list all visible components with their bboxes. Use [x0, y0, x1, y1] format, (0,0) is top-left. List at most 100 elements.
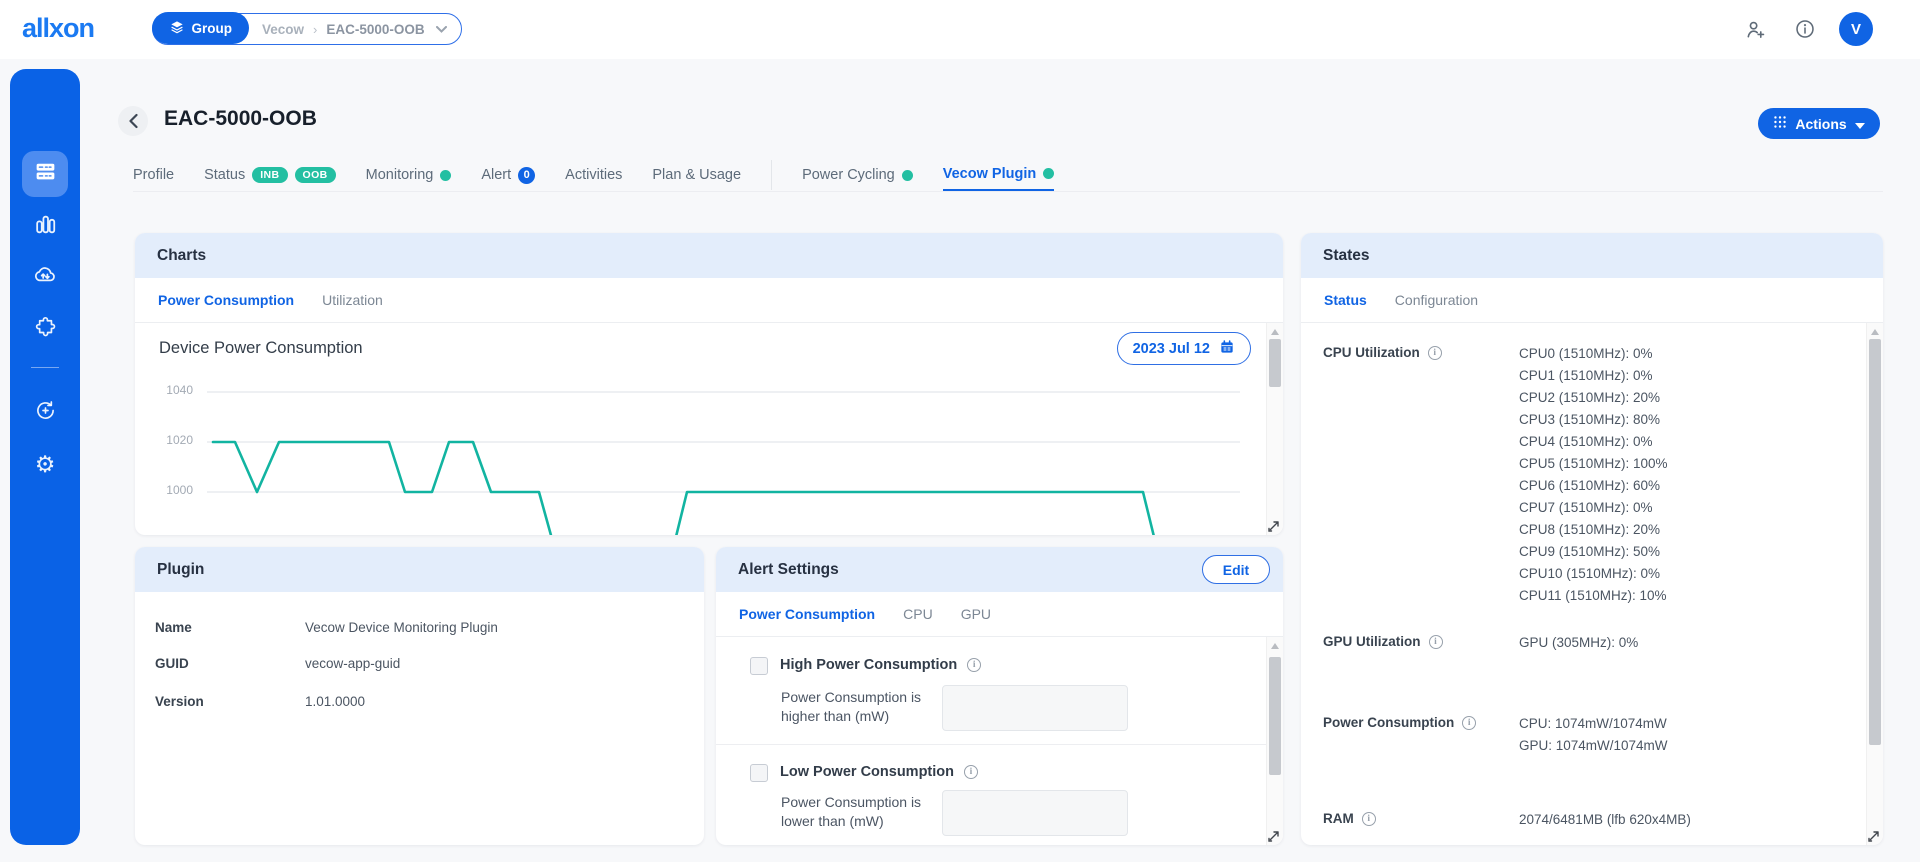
avatar[interactable]: V — [1839, 12, 1873, 46]
alert-scrollbar[interactable] — [1266, 637, 1283, 845]
high-power-label: High Power Consumption i — [780, 657, 982, 673]
tab-activities[interactable]: Activities — [565, 158, 622, 192]
sidebar-item-plugins[interactable] — [22, 307, 68, 353]
resize-grip-icon[interactable] — [1267, 520, 1280, 533]
alert-card-title: Alert Settings — [738, 560, 839, 578]
chevron-down-icon[interactable] — [435, 20, 447, 38]
info-icon[interactable]: i — [1361, 811, 1376, 826]
scroll-thumb[interactable] — [1269, 657, 1281, 775]
breadcrumb-device[interactable]: EAC-5000-OOB — [326, 22, 424, 37]
states-card-title: States — [1323, 246, 1370, 264]
ram-values: 2074/6481MB (lfb 620x4MB) — [1519, 809, 1691, 831]
gpu-value: GPU (305MHz): 0% — [1519, 635, 1639, 650]
tab-utilization[interactable]: Utilization — [322, 292, 383, 308]
alert-divider — [716, 744, 1266, 745]
power-value: GPU: 1074mW/1074mW — [1519, 738, 1668, 753]
cpu-value: CPU5 (1510MHz): 100% — [1519, 456, 1668, 471]
tab-monitoring[interactable]: Monitoring — [366, 158, 452, 192]
breadcrumb-group-button[interactable]: Group — [151, 12, 249, 45]
tab-profile[interactable]: Profile — [133, 158, 174, 192]
cpu-value: CPU1 (1510MHz): 0% — [1519, 368, 1653, 383]
scroll-thumb[interactable] — [1869, 339, 1881, 745]
sidebar-divider — [31, 367, 59, 368]
tab-configuration[interactable]: Configuration — [1395, 292, 1478, 308]
back-button[interactable] — [118, 106, 148, 136]
tab-alert-power-consumption[interactable]: Power Consumption — [739, 606, 875, 622]
edit-button[interactable]: Edit — [1202, 555, 1270, 584]
sidebar-item-updates[interactable] — [22, 390, 68, 436]
tab-plan-usage[interactable]: Plan & Usage — [652, 158, 741, 192]
alert-card-tabs: Power Consumption CPU GPU — [716, 592, 1283, 637]
tab-alert[interactable]: Alert 0 — [481, 158, 536, 192]
scroll-thumb[interactable] — [1269, 339, 1281, 387]
chart-title: Device Power Consumption — [159, 339, 363, 357]
breadcrumb-group-label: Group — [191, 20, 233, 36]
breadcrumb-org[interactable]: Vecow — [262, 22, 304, 37]
tab-alert-gpu[interactable]: GPU — [961, 606, 991, 622]
tab-alert-cpu[interactable]: CPU — [903, 606, 933, 622]
resize-grip-icon[interactable] — [1867, 830, 1880, 843]
tab-status[interactable]: Status — [1324, 292, 1367, 308]
tab-status[interactable]: Status INB OOB — [204, 158, 336, 192]
resize-grip-icon[interactable] — [1267, 830, 1280, 843]
power-consumption-label: Power Consumption i — [1323, 715, 1477, 730]
cpu-value: CPU8 (1510MHz): 20% — [1519, 522, 1661, 537]
devices-icon — [33, 159, 58, 189]
plugin-card: Plugin Name Vecow Device Monitoring Plug… — [135, 547, 704, 845]
alert-scroll-area[interactable]: High Power Consumption i Power Consumptio… — [716, 637, 1283, 845]
low-power-checkbox[interactable] — [750, 764, 768, 782]
chevron-down-icon — [1854, 116, 1865, 132]
ram-label: RAM i — [1323, 811, 1376, 826]
plugin-name-label: Name — [155, 620, 192, 635]
actions-label: Actions — [1795, 115, 1847, 132]
status-dot — [1043, 168, 1055, 179]
date-picker[interactable]: 2023 Jul 12 — [1116, 332, 1251, 365]
sidebar-item-settings[interactable]: ⚙ — [22, 442, 68, 488]
calendar-icon — [1219, 339, 1235, 359]
sidebar-item-analytics[interactable] — [22, 204, 68, 250]
info-icon[interactable]: i — [1427, 345, 1442, 360]
plugin-card-body: Name Vecow Device Monitoring Plugin GUID… — [135, 592, 704, 845]
chart-scrollbar[interactable] — [1266, 323, 1283, 535]
info-icon[interactable]: i — [964, 765, 978, 779]
tabs-divider — [771, 160, 773, 190]
low-power-input[interactable] — [942, 790, 1128, 836]
scroll-up-arrow[interactable] — [1871, 329, 1879, 335]
info-icon[interactable]: i — [1462, 715, 1477, 730]
update-sync-icon — [33, 398, 58, 428]
high-power-checkbox[interactable] — [750, 657, 768, 675]
scroll-up-arrow[interactable] — [1271, 329, 1279, 335]
sidebar-item-devices[interactable] — [22, 151, 68, 197]
breadcrumb[interactable]: Group Vecow › EAC-5000-OOB — [151, 12, 462, 45]
power-consumption-values: CPU: 1074mW/1074mW GPU: 1074mW/1074mW — [1519, 713, 1668, 757]
states-scrollbar[interactable] — [1866, 323, 1883, 845]
info-icon[interactable] — [1792, 16, 1818, 42]
chart-scroll-area[interactable]: Device Power Consumption 2023 Jul 12 104… — [135, 323, 1283, 535]
bar-chart-icon — [33, 212, 58, 242]
info-icon[interactable]: i — [1428, 634, 1443, 649]
tab-vecow-plugin[interactable]: Vecow Plugin — [942, 158, 1055, 192]
plugin-guid-label: GUID — [155, 656, 189, 671]
status-dot — [440, 169, 452, 181]
tab-power-consumption[interactable]: Power Consumption — [158, 292, 294, 308]
high-power-input[interactable] — [942, 685, 1128, 731]
breadcrumb-separator: › — [313, 21, 318, 37]
sidebar-item-ota[interactable] — [22, 254, 68, 300]
status-badge-inb: INB — [252, 167, 288, 183]
info-icon[interactable]: i — [967, 658, 982, 672]
cpu-utilization-values: CPU0 (1510MHz): 0% CPU1 (1510MHz): 0% CP… — [1519, 343, 1668, 607]
invite-user-icon[interactable] — [1742, 16, 1768, 42]
alert-count-badge: 0 — [518, 166, 536, 184]
charts-card-title: Charts — [157, 246, 207, 264]
actions-button[interactable]: Actions — [1758, 108, 1880, 139]
status-dot — [901, 169, 913, 181]
power-value: CPU: 1074mW/1074mW — [1519, 716, 1667, 731]
states-scroll-area[interactable]: CPU Utilization i CPU0 (1510MHz): 0% CPU1… — [1301, 323, 1883, 845]
status-badge-oob: OOB — [294, 167, 336, 183]
tab-power-cycling[interactable]: Power Cycling — [802, 158, 913, 192]
tabs-underline — [133, 191, 1883, 192]
plugin-card-header: Plugin — [135, 547, 704, 592]
scroll-up-arrow[interactable] — [1271, 643, 1279, 649]
charts-card-header: Charts — [135, 233, 1283, 278]
states-card: States Status Configuration CPU Utilizat… — [1301, 233, 1883, 845]
